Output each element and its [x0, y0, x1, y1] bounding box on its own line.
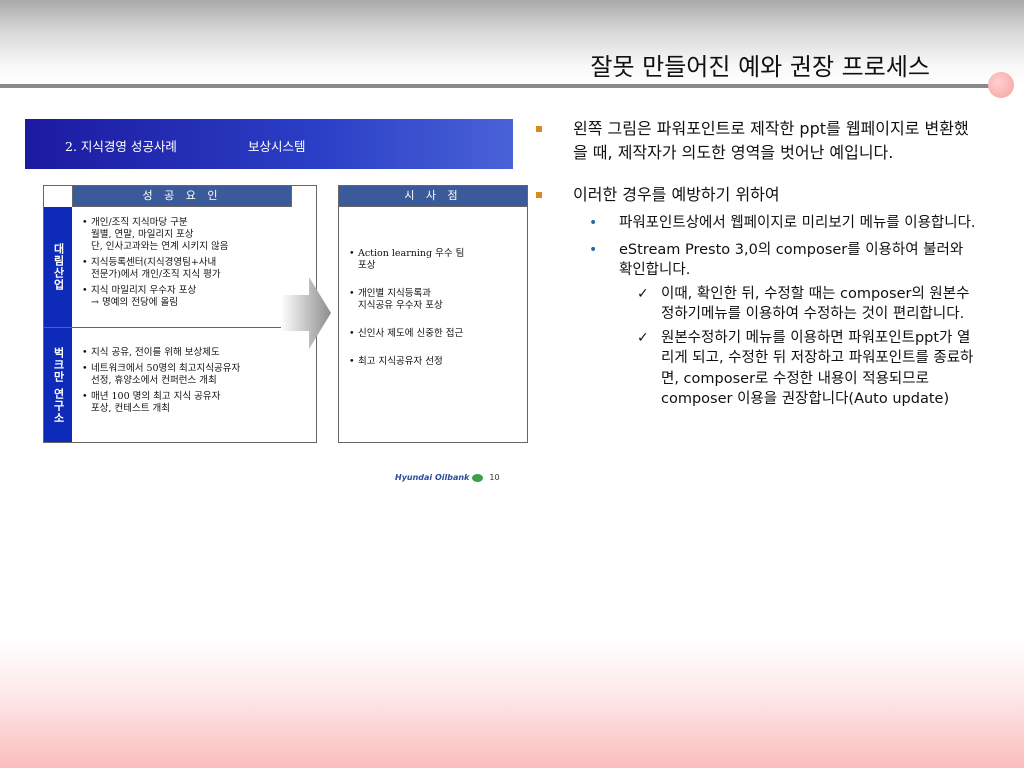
list-item: 매년 100 명의 최고 지식 공유자 포상, 컨테스트 개최 — [82, 391, 240, 415]
embedded-slide: 2. 지식경영 성공사례 보상시스템 성 공 요 인 대림산업 벅크만 연구소 … — [25, 119, 528, 499]
check-text: 원본수정하기 메뉴를 이용하면 파워포인트ppt가 열리게 되고, 수정한 뒤 … — [661, 329, 974, 408]
section1-list: 개인/조직 지식마당 구분 월별, 연말, 마일리지 포상 단, 인사고과와는 … — [82, 217, 228, 313]
page-number: 10 — [489, 473, 500, 482]
success-factors-heading: 성 공 요 인 — [72, 186, 292, 207]
embedded-header-title: 2. 지식경영 성공사례 — [65, 139, 177, 154]
list-item: Action learning 우수 팀 포상 — [349, 248, 464, 272]
implications-table: 시 사 점 Action learning 우수 팀 포상 개인별 지식등록과 … — [338, 185, 528, 443]
embedded-header: 2. 지식경영 성공사례 보상시스템 — [25, 119, 513, 169]
check-item: ✓ 원본수정하기 메뉴를 이용하면 파워포인트ppt가 열리게 되고, 수정한 … — [536, 328, 976, 410]
check-text: 이때, 확인한 뒤, 수정할 때는 composer의 원본수정하기메뉴를 이용… — [661, 285, 970, 323]
bullet-text: 왼쪽 그림은 파워포인트로 제작한 ppt를 웹페이지로 변환했을 때, 제작자… — [573, 119, 969, 162]
implications-list: Action learning 우수 팀 포상 개인별 지식등록과 지식공유 우… — [349, 248, 464, 372]
section-label-buckman: 벅크만 연구소 — [44, 328, 72, 442]
logo-mark-icon — [472, 473, 484, 482]
company-logo: Hyundai Oilbank 10 — [395, 473, 500, 482]
square-bullet-icon — [536, 192, 542, 198]
sub-bullet-text: 파워포인트상에서 웹페이지로 미리보기 메뉴를 이용합니다. — [619, 215, 976, 231]
decorative-circle — [988, 72, 1014, 98]
sub-bullet-item: • 파워포인트상에서 웹페이지로 미리보기 메뉴를 이용합니다. — [536, 213, 976, 234]
list-item: 최고 지식공유자 선정 — [349, 356, 464, 368]
section-label-daelim: 대림산업 — [44, 207, 72, 327]
success-factors-table: 성 공 요 인 대림산업 벅크만 연구소 개인/조직 지식마당 구분 월별, 연… — [43, 185, 317, 443]
dot-bullet-icon: • — [589, 215, 598, 231]
embedded-header-subtitle: 보상시스템 — [248, 139, 306, 154]
bullet-item: 이러한 경우를 예방하기 위하여 — [536, 183, 976, 207]
list-item: 지식 공유, 전이를 위해 보상제도 — [82, 347, 240, 359]
section-divider — [44, 327, 316, 328]
implications-heading: 시 사 점 — [339, 186, 527, 207]
list-item: 신인사 제도에 신중한 접근 — [349, 328, 464, 340]
title-rule — [0, 84, 1000, 88]
dot-bullet-icon: • — [589, 241, 598, 258]
list-item: 네트워크에서 50명의 최고지식공유자 선정, 휴양소에서 컨퍼런스 개최 — [82, 363, 240, 387]
logo-text: Hyundai Oilbank — [395, 473, 470, 482]
list-item: 개인/조직 지식마당 구분 월별, 연말, 마일리지 포상 단, 인사고과와는 … — [82, 217, 228, 253]
checkmark-icon: ✓ — [637, 329, 649, 346]
bullet-item: 왼쪽 그림은 파워포인트로 제작한 ppt를 웹페이지로 변환했을 때, 제작자… — [536, 117, 976, 165]
checkmark-icon: ✓ — [637, 285, 649, 302]
right-arrow-icon — [281, 277, 331, 349]
check-item: ✓ 이때, 확인한 뒤, 수정할 때는 composer의 원본수정하기메뉴를 … — [536, 284, 976, 325]
bullet-text: 이러한 경우를 예방하기 위하여 — [573, 185, 780, 204]
list-item: 지식 마일리지 우수자 포상 → 명예의 전당에 올림 — [82, 285, 228, 309]
slide-title: 잘못 만들어진 예와 권장 프로세스 — [590, 53, 930, 81]
section2-list: 지식 공유, 전이를 위해 보상제도 네트워크에서 50명의 최고지식공유자 선… — [82, 347, 240, 419]
sub-bullet-item: • eStream Presto 3,0의 composer를 이용하여 불러와… — [536, 240, 976, 281]
list-item: 지식등록센터(지식경영팀+사내 전문가)에서 개인/조직 지식 평가 — [82, 257, 228, 281]
list-item: 개인별 지식등록과 지식공유 우수자 포상 — [349, 288, 464, 312]
sub-bullet-text: eStream Presto 3,0의 composer를 이용하여 불러와 확… — [619, 241, 964, 279]
explanation-text: 왼쪽 그림은 파워포인트로 제작한 ppt를 웹페이지로 변환했을 때, 제작자… — [536, 117, 976, 410]
square-bullet-icon — [536, 126, 542, 132]
